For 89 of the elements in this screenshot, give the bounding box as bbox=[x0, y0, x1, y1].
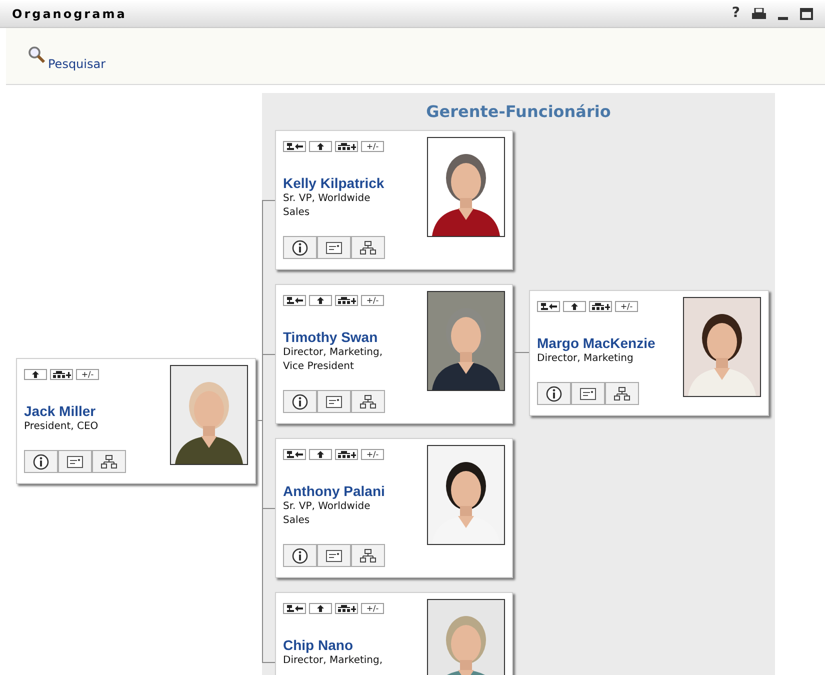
up-button[interactable] bbox=[563, 301, 586, 312]
card-icon bbox=[326, 550, 342, 562]
info-icon bbox=[33, 454, 49, 470]
org-add-icon bbox=[52, 371, 70, 378]
org-chart-button[interactable] bbox=[92, 450, 126, 473]
info-button[interactable] bbox=[283, 544, 317, 567]
org-chart-button[interactable] bbox=[351, 544, 385, 567]
hierarchy-arrow-icon bbox=[286, 605, 302, 612]
manager-button[interactable] bbox=[537, 301, 560, 312]
up-arrow-icon bbox=[317, 297, 324, 304]
manager-button[interactable] bbox=[283, 295, 306, 306]
info-icon bbox=[292, 548, 308, 564]
org-chart-button[interactable] bbox=[351, 390, 385, 413]
reports-button[interactable] bbox=[50, 369, 73, 380]
toggle-button[interactable]: +/- bbox=[361, 295, 384, 306]
up-button[interactable] bbox=[309, 449, 332, 460]
reports-button[interactable] bbox=[335, 295, 358, 306]
up-button[interactable] bbox=[309, 295, 332, 306]
person-name[interactable]: Jack Miller bbox=[24, 402, 96, 420]
hierarchy-arrow-icon bbox=[286, 297, 302, 304]
manager-button[interactable] bbox=[283, 603, 306, 614]
hierarchy-arrow-icon bbox=[286, 143, 302, 150]
up-button[interactable] bbox=[24, 369, 47, 380]
org-chart-button[interactable] bbox=[605, 382, 639, 405]
org-add-icon bbox=[592, 303, 610, 310]
toggle-button[interactable]: +/- bbox=[361, 603, 384, 614]
search-icon[interactable] bbox=[28, 46, 46, 64]
org-add-icon bbox=[338, 297, 356, 304]
up-button[interactable] bbox=[309, 141, 332, 152]
toggle-button[interactable]: +/- bbox=[361, 449, 384, 460]
hierarchy-icon bbox=[360, 394, 376, 408]
org-add-icon bbox=[338, 605, 356, 612]
toggle-button[interactable]: +/- bbox=[615, 301, 638, 312]
up-button[interactable] bbox=[309, 603, 332, 614]
job-title: Sr. VP, Worldwide Sales bbox=[283, 500, 372, 528]
info-button[interactable] bbox=[283, 236, 317, 259]
up-arrow-icon bbox=[317, 605, 324, 612]
window-title: Organograma bbox=[12, 6, 127, 22]
hierarchy-icon bbox=[101, 454, 117, 468]
card-icon bbox=[580, 388, 596, 400]
info-button[interactable] bbox=[24, 450, 58, 473]
job-title: President, CEO bbox=[24, 420, 100, 434]
person-name[interactable]: Margo MacKenzie bbox=[537, 334, 656, 352]
toggle-button[interactable]: +/- bbox=[361, 141, 384, 152]
up-arrow-icon bbox=[32, 371, 39, 378]
hierarchy-icon bbox=[360, 548, 376, 562]
hierarchy-arrow-icon bbox=[540, 303, 556, 310]
hierarchy-icon bbox=[614, 386, 630, 400]
card-icon bbox=[326, 242, 342, 254]
job-title: Sr. VP, Worldwide Sales bbox=[283, 192, 372, 220]
org-add-icon bbox=[338, 451, 356, 458]
email-button[interactable] bbox=[571, 382, 605, 405]
info-button[interactable] bbox=[283, 390, 317, 413]
info-icon bbox=[292, 394, 308, 410]
printer-icon[interactable] bbox=[752, 8, 766, 20]
info-icon bbox=[292, 240, 308, 256]
info-button[interactable] bbox=[537, 382, 571, 405]
card-icon bbox=[67, 456, 83, 468]
email-button[interactable] bbox=[317, 236, 351, 259]
job-title: Director, Marketing, bbox=[283, 654, 384, 668]
reports-button[interactable] bbox=[335, 603, 358, 614]
manager-button[interactable] bbox=[283, 449, 306, 460]
maximize-icon[interactable] bbox=[800, 8, 813, 20]
up-arrow-icon bbox=[571, 303, 578, 310]
email-button[interactable] bbox=[317, 390, 351, 413]
toggle-button[interactable]: +/- bbox=[76, 369, 99, 380]
hierarchy-arrow-icon bbox=[286, 451, 302, 458]
org-chart-button[interactable] bbox=[351, 236, 385, 259]
hierarchy-icon bbox=[360, 240, 376, 254]
person-name[interactable]: Kelly Kilpatrick bbox=[283, 174, 384, 192]
reports-button[interactable] bbox=[589, 301, 612, 312]
job-title: Director, Marketing, Vice President bbox=[283, 346, 384, 374]
org-add-icon bbox=[338, 143, 356, 150]
manager-button[interactable] bbox=[283, 141, 306, 152]
reports-button[interactable] bbox=[335, 449, 358, 460]
card-icon bbox=[326, 396, 342, 408]
email-button[interactable] bbox=[317, 544, 351, 567]
panel-heading: Gerente-Funcionário bbox=[425, 101, 612, 123]
person-name[interactable]: Chip Nano bbox=[283, 636, 353, 654]
person-name[interactable]: Timothy Swan bbox=[283, 328, 378, 346]
person-name[interactable]: Anthony Palani bbox=[283, 482, 385, 500]
email-button[interactable] bbox=[58, 450, 92, 473]
reports-button[interactable] bbox=[335, 141, 358, 152]
up-arrow-icon bbox=[317, 451, 324, 458]
job-title: Director, Marketing bbox=[537, 352, 634, 366]
info-icon bbox=[546, 386, 562, 402]
search-link[interactable]: Pesquisar bbox=[48, 55, 106, 73]
help-button[interactable]: ? bbox=[732, 3, 740, 24]
up-arrow-icon bbox=[317, 143, 324, 150]
